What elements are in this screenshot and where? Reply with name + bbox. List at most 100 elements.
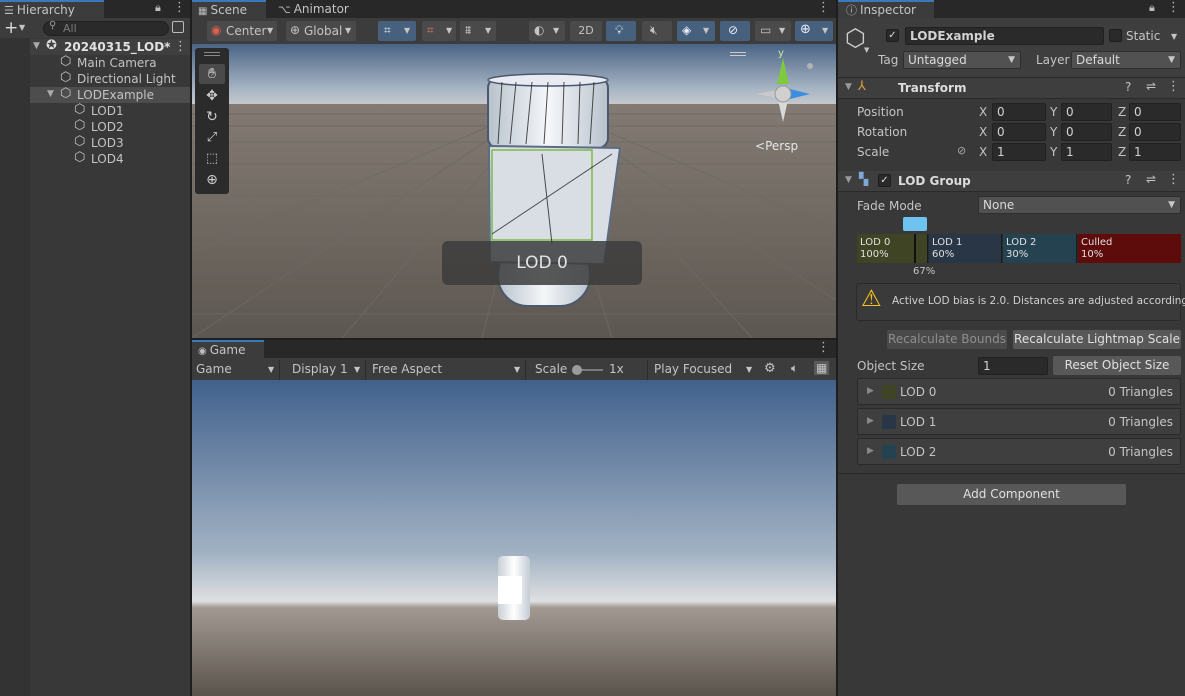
lod-overlay-label: LOD 0 (442, 241, 642, 285)
object-name-field[interactable]: LODExample (905, 27, 1104, 45)
lock-icon[interactable]: 🔒︎ (155, 1, 161, 15)
rotate-tool-button[interactable]: ↻ (199, 107, 225, 127)
scene-name: 20240315_LOD* (64, 40, 171, 54)
lod-row-2[interactable]: ▶ LOD 2 0 Triangles (857, 438, 1181, 465)
lod-segment-1[interactable]: LOD 1 60% (929, 234, 1002, 263)
position-y-field[interactable]: 0 (1061, 103, 1112, 121)
gizmos-dropdown[interactable]: ⊕ ▼ (795, 21, 833, 41)
tag-dropdown[interactable]: Untagged ▼ (903, 51, 1021, 69)
foldout-arrow-icon[interactable]: ▶ (867, 386, 874, 396)
effects-dropdown[interactable]: ◈ ▼ (677, 21, 715, 41)
rotation-x-field[interactable]: 0 (992, 123, 1046, 141)
kebab-menu-icon[interactable]: ⋮ (1167, 0, 1180, 15)
lock-icon[interactable]: 🔒︎ (1149, 1, 1155, 15)
foldout-arrow-icon[interactable]: ▶ (867, 416, 874, 426)
tab-animator[interactable]: ⌥ Animator (272, 0, 352, 18)
transform-tool-button[interactable]: ⊕ (199, 170, 225, 190)
recalculate-lightmap-scale-button[interactable]: Recalculate Lightmap Scale (1013, 330, 1181, 349)
component-menu-icon[interactable]: ⋮ (1167, 79, 1180, 94)
scale-y-field[interactable]: 1 (1061, 143, 1112, 161)
presets-icon[interactable]: ⇌ (1146, 172, 1156, 186)
foldout-arrow-icon[interactable]: ▶ (867, 446, 874, 456)
scene-menu-icon[interactable]: ⋮ (174, 39, 187, 54)
chevron-down-icon[interactable]: ▼ (864, 46, 869, 54)
increment-snap-toggle[interactable]: ⌗ ▼ (422, 21, 456, 41)
fade-mode-dropdown[interactable]: None ▼ (978, 196, 1181, 214)
gizmos-grid-icon[interactable]: ▦ (814, 361, 830, 375)
component-menu-icon[interactable]: ⋮ (1167, 172, 1180, 187)
scale-tool-button[interactable]: ⤢ (199, 128, 225, 148)
tab-game[interactable]: ◉ Game (192, 340, 264, 358)
grid-snap-toggle[interactable]: ⌗ ▼ (378, 21, 416, 41)
kebab-menu-icon[interactable]: ⋮ (817, 0, 830, 15)
perspective-label-toggle[interactable]: <Persp (755, 139, 798, 153)
position-x-field[interactable]: 0 (992, 103, 1046, 121)
space-dropdown[interactable]: ⊕ Global ▼ (286, 21, 356, 41)
tab-hierarchy[interactable]: ☰ Hierarchy (0, 0, 104, 18)
hidden-objects-toggle[interactable]: ⊘ (720, 21, 750, 41)
expand-arrow-icon[interactable]: ▼ (47, 89, 54, 99)
lighting-toggle[interactable]: 💡︎ (606, 21, 636, 41)
constrain-proportions-icon[interactable]: ⊘ (957, 144, 966, 157)
rotation-y-field[interactable]: 0 (1061, 123, 1112, 141)
hand-tool-button[interactable]: ✋︎ (199, 64, 225, 84)
foldout-arrow-icon[interactable]: ▼ (845, 175, 852, 185)
lod-camera-icon[interactable] (903, 217, 927, 231)
add-object-button[interactable]: + (4, 18, 18, 38)
add-dropdown-caret[interactable]: ▼ (19, 23, 25, 32)
foldout-arrow-icon[interactable]: ▼ (845, 82, 852, 92)
object-size-field[interactable]: 1 (978, 357, 1048, 375)
pivot-dropdown[interactable]: ◉ Center ▼ (207, 21, 277, 41)
chevron-down-icon[interactable]: ▼ (1171, 32, 1177, 41)
play-mode-dropdown[interactable]: Play Focused ▼ (650, 360, 758, 380)
enabled-checkbox[interactable]: ✓ (878, 174, 891, 187)
lod-segment-culled[interactable]: Culled 10% (1078, 234, 1181, 263)
display-dropdown[interactable]: Display 1 ▼ (288, 360, 366, 380)
game-viewport[interactable] (192, 380, 836, 696)
rotation-z-field[interactable]: 0 (1129, 123, 1181, 141)
tab-scene[interactable]: ▦ Scene (192, 0, 266, 18)
kebab-menu-icon[interactable]: ⋮ (817, 340, 830, 355)
kebab-menu-icon[interactable]: ⋮ (173, 0, 186, 15)
stats-bug-icon[interactable]: ⚙ (764, 361, 776, 376)
expand-arrow-icon[interactable]: ▼ (33, 41, 40, 51)
game-mode-dropdown[interactable]: Game ▼ (192, 360, 280, 380)
scale-slider-thumb[interactable] (572, 365, 582, 375)
presets-icon[interactable]: ⇌ (1146, 79, 1156, 93)
lod-row-0[interactable]: ▶ LOD 0 0 Triangles (857, 378, 1181, 405)
palette-grip[interactable] (204, 52, 220, 56)
orientation-gizmo[interactable]: y (730, 48, 816, 124)
lod-bar[interactable]: LOD 0 100% LOD 1 60% LOD 2 30% Culled 10… (857, 234, 1181, 263)
lod-camera-marker[interactable] (914, 234, 916, 263)
scene-visibility-icon[interactable] (172, 21, 184, 33)
audio-toggle[interactable]: 🔇︎ (642, 21, 672, 41)
lod-row-1[interactable]: ▶ LOD 1 0 Triangles (857, 408, 1181, 435)
audio-speaker-icon[interactable]: 🔈︎ (791, 361, 798, 376)
scale-x-field[interactable]: 1 (992, 143, 1046, 161)
help-icon[interactable]: ? (1125, 173, 1131, 187)
aspect-dropdown[interactable]: Free Aspect ▼ (368, 360, 526, 380)
hierarchy-search-field[interactable]: ⚲ All (43, 20, 169, 36)
active-checkbox[interactable]: ✓ (886, 29, 899, 42)
gameobject-cube-icon[interactable]: ⬡ (845, 24, 866, 52)
lod-segment-2[interactable]: LOD 2 30% (1003, 234, 1077, 263)
camera-dropdown[interactable]: ▭ ▼ (755, 21, 791, 41)
scene-viewport[interactable]: ✋︎ ✥ ↻ ⤢ ⬚ ⊕ y <Persp LOD 0 (192, 44, 836, 338)
gizmo-grip[interactable] (730, 52, 746, 56)
help-icon[interactable]: ? (1125, 80, 1131, 94)
add-component-button[interactable]: Add Component (897, 484, 1126, 505)
reset-object-size-button[interactable]: Reset Object Size (1053, 356, 1181, 375)
mode-2d-toggle[interactable]: 2D (570, 21, 602, 41)
position-z-field[interactable]: 0 (1129, 103, 1181, 121)
rect-tool-button[interactable]: ⬚ (199, 149, 225, 169)
lod-segment-0[interactable]: LOD 0 100% (857, 234, 928, 263)
ruler-toggle[interactable]: ⩩ ▼ (460, 21, 496, 41)
scale-z-field[interactable]: 1 (1129, 143, 1181, 161)
transform-header[interactable]: ▼ ⅄ Transform ? ⇌ ⋮ (838, 78, 1185, 99)
layer-dropdown[interactable]: Default ▼ (1071, 51, 1181, 69)
move-tool-button[interactable]: ✥ (199, 86, 225, 106)
static-checkbox[interactable] (1109, 29, 1122, 42)
tab-inspector[interactable]: ⓘ Inspector (838, 0, 934, 18)
shading-mode-dropdown[interactable]: ◐ ▼ (529, 21, 565, 41)
lod-group-header[interactable]: ▼ ▚ ✓ LOD Group ? ⇌ ⋮ (838, 171, 1185, 192)
